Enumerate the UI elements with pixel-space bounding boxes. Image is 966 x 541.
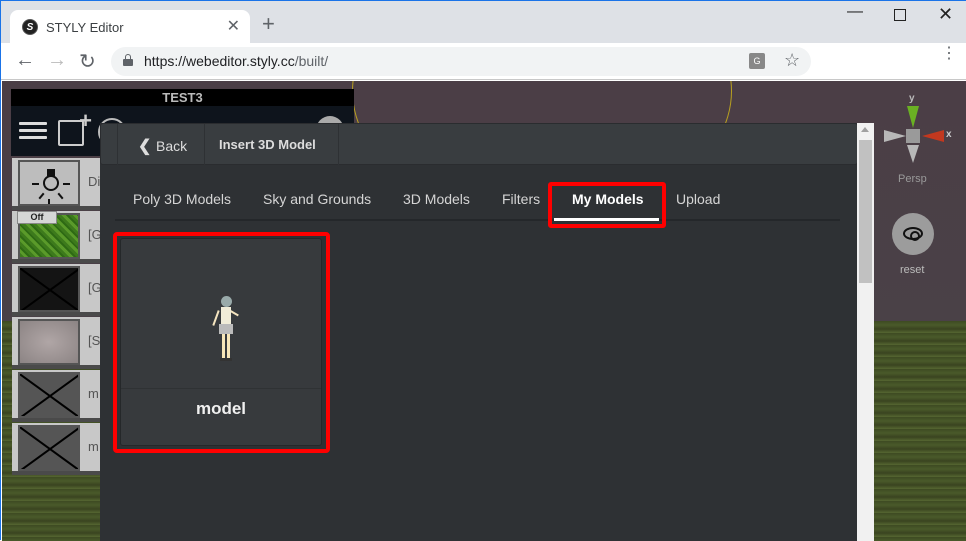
styly-favicon-icon: S	[22, 19, 38, 35]
axis-center-cube-icon[interactable]	[906, 129, 920, 143]
projection-label[interactable]: Persp	[898, 173, 927, 185]
layer-thumbnail	[18, 425, 80, 471]
tab-strip: S STYLY Editor ✕ + — ✕	[1, 1, 966, 44]
model-thumbnail	[121, 239, 321, 389]
scroll-up-arrow-icon[interactable]	[861, 127, 869, 132]
tab-upload[interactable]: Upload	[676, 191, 720, 207]
character-figure-icon	[212, 296, 240, 366]
neg-x-axis-cone-icon[interactable]	[884, 130, 906, 142]
tab-highlight-box	[548, 182, 666, 228]
layer-item[interactable]: Di	[12, 158, 102, 210]
browser-toolbar: ← → ↻ https://webeditor.styly.cc/built/ …	[1, 43, 966, 80]
back-arrow-icon[interactable]: ←	[15, 49, 35, 72]
model-card[interactable]: model	[120, 238, 322, 446]
off-badge[interactable]: Off	[17, 211, 57, 224]
neg-y-axis-cone-icon[interactable]	[907, 145, 919, 163]
hamburger-menu-icon[interactable]	[19, 122, 47, 140]
layer-label: Di	[88, 174, 101, 189]
forward-arrow-icon[interactable]: →	[47, 49, 67, 72]
maximize-button[interactable]	[894, 9, 906, 21]
layer-item[interactable]: [S	[12, 317, 102, 369]
add-asset-icon[interactable]	[58, 108, 92, 146]
tab-poly-3d-models[interactable]: Poly 3D Models	[133, 191, 231, 207]
layer-thumbnail	[18, 266, 80, 312]
address-bar[interactable]: https://webeditor.styly.cc/built/ G ☆	[111, 47, 811, 76]
tab-title: STYLY Editor	[46, 20, 124, 35]
reset-label: reset	[900, 264, 925, 276]
browser-tab[interactable]: S STYLY Editor ✕	[10, 10, 250, 44]
dialog-title: Insert 3D Model	[205, 124, 339, 166]
insert-3d-model-dialog: ❮ Back Insert 3D Model Poly 3D Models Sk…	[100, 123, 858, 541]
model-name: model	[195, 399, 247, 418]
layer-item[interactable]: m	[12, 370, 102, 422]
reset-view-button[interactable]	[892, 213, 934, 255]
axis-gizmo[interactable]: y x	[884, 93, 954, 163]
layer-item[interactable]: Off [G	[12, 211, 102, 263]
tab-close-icon[interactable]: ✕	[227, 16, 240, 36]
back-button[interactable]: ❮ Back	[117, 124, 205, 166]
layer-thumbnail	[18, 160, 80, 206]
reload-icon[interactable]: ↻	[79, 49, 96, 74]
url-path: /built/	[294, 53, 329, 69]
translate-icon[interactable]: G	[749, 53, 765, 69]
layer-item[interactable]: m	[12, 423, 102, 475]
layer-label: m	[88, 439, 99, 454]
tab-filters[interactable]: Filters	[502, 191, 540, 207]
layer-label: m	[88, 386, 99, 401]
tab-sky-and-grounds[interactable]: Sky and Grounds	[263, 191, 371, 207]
x-axis-label: x	[946, 129, 952, 140]
url-text[interactable]: https://webeditor.styly.cc/built/	[144, 53, 328, 69]
browser-window: S STYLY Editor ✕ + — ✕ ← → ↻ https://web…	[0, 0, 966, 541]
light-bulb-icon	[32, 166, 70, 204]
browser-menu-icon[interactable]: ⋮	[941, 46, 957, 62]
scene-title: TEST3	[11, 89, 354, 106]
minimize-button[interactable]: —	[847, 3, 863, 21]
tab-3d-models[interactable]: 3D Models	[403, 191, 470, 207]
scroll-thumb[interactable]	[859, 140, 872, 283]
category-tabs: Poly 3D Models Sky and Grounds 3D Models…	[115, 183, 840, 221]
back-label: Back	[156, 138, 188, 154]
layer-thumbnail	[18, 319, 80, 365]
eye-icon	[903, 227, 923, 241]
layer-thumbnail	[18, 372, 80, 418]
x-axis-cone-icon[interactable]	[922, 130, 944, 142]
layer-item[interactable]: [G	[12, 264, 102, 316]
new-tab-button[interactable]: +	[262, 13, 275, 35]
layer-label: [S	[88, 333, 101, 348]
url-host: https://webeditor.styly.cc	[144, 53, 295, 69]
layer-list: Di Off [G [G [S m m	[12, 158, 102, 476]
bookmark-star-icon[interactable]: ☆	[784, 50, 800, 71]
y-axis-label: y	[909, 93, 915, 104]
y-axis-cone-icon[interactable]	[907, 106, 919, 128]
dialog-scrollbar[interactable]	[857, 123, 874, 541]
lock-icon	[123, 54, 133, 66]
scene-viewport[interactable]: TEST3 + Di Off [G [G [S m m y x Persp re…	[2, 81, 966, 541]
dialog-header: ❮ Back Insert 3D Model	[100, 123, 858, 166]
chevron-left-icon: ❮	[138, 138, 152, 155]
close-window-button[interactable]: ✕	[938, 4, 953, 25]
